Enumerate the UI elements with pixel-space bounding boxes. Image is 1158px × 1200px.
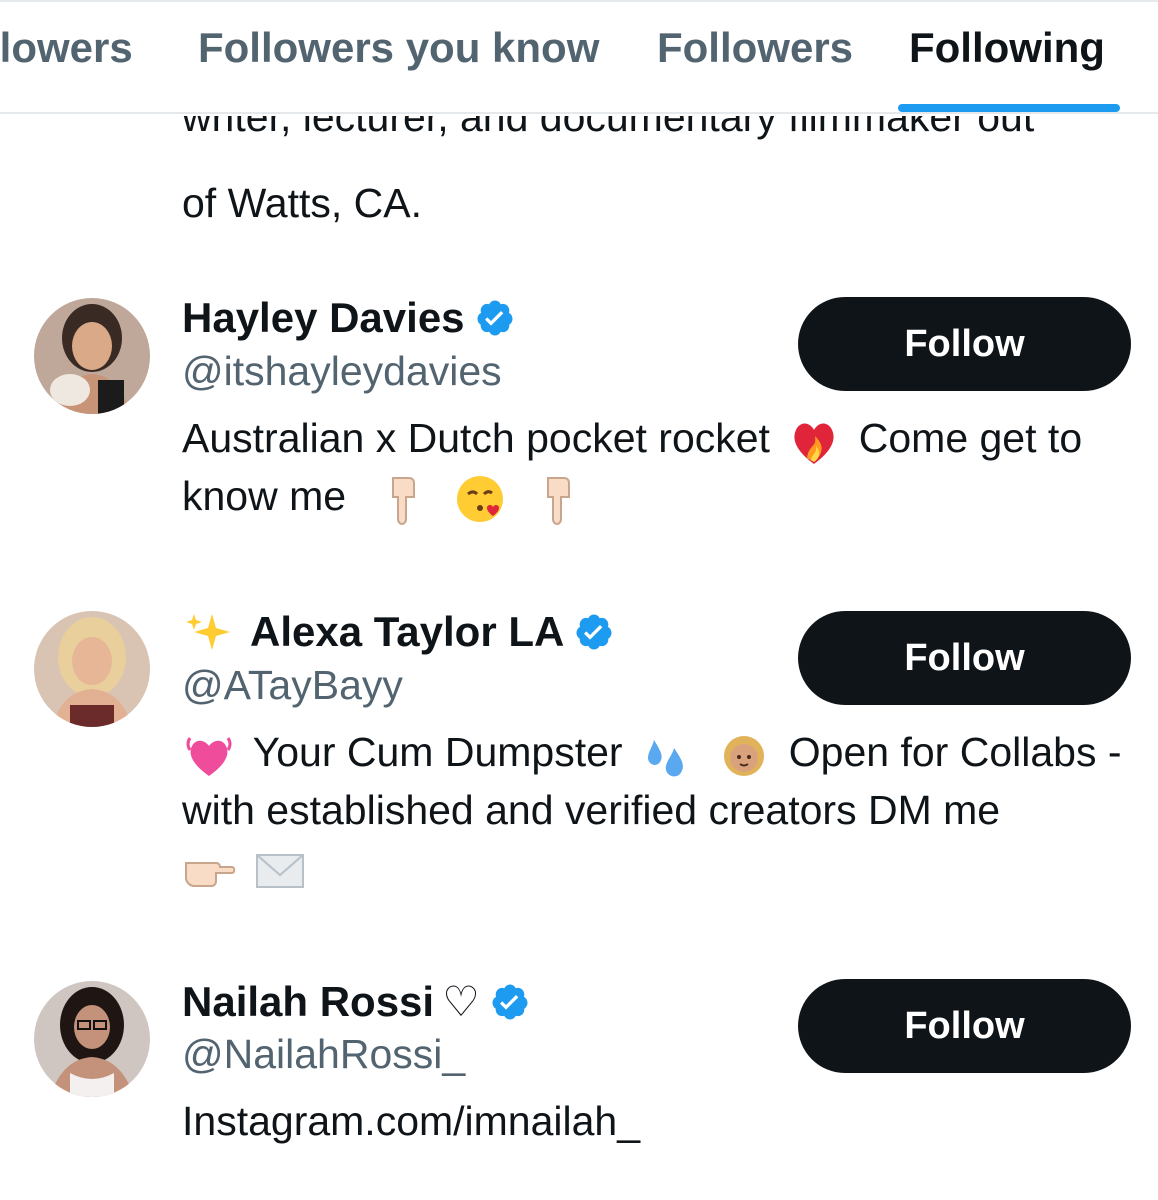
face-blowing-kiss-icon	[453, 472, 507, 526]
tab-followers-partial[interactable]: llowers	[0, 24, 133, 72]
verified-badge-icon	[475, 298, 515, 338]
user-display-name[interactable]: Hayley Davies	[182, 294, 465, 342]
user-handle: @NailahRossi_	[182, 1031, 466, 1077]
avatar[interactable]	[34, 611, 150, 727]
previous-user-bio: writer, lecturer, and documentary filmma…	[182, 116, 1132, 232]
follow-button[interactable]: Follow	[798, 611, 1131, 705]
tab-following[interactable]: Following	[909, 24, 1105, 72]
user-bio: Australian x Dutch pocket rocket Come ge…	[182, 410, 1137, 526]
tab-bar: llowers Followers you know Followers Fol…	[0, 0, 1158, 114]
name-heart-suffix: ♡	[442, 978, 480, 1025]
user-name-row: Nailah Rossi ♡	[182, 977, 530, 1026]
pointing-down-icon	[530, 472, 584, 526]
user-display-name[interactable]: Nailah Rossi	[182, 978, 434, 1026]
girl-icon	[717, 728, 771, 782]
user-name-row: Hayley Davies	[182, 294, 515, 342]
bio-text: Australian x Dutch pocket rocket	[182, 415, 770, 461]
avatar[interactable]	[34, 981, 150, 1097]
sweat-droplets-icon	[640, 728, 694, 782]
previous-bio-line1: writer, lecturer, and documentary filmma…	[182, 116, 1035, 140]
pointing-down-icon	[375, 472, 429, 526]
bio-text: Come get	[858, 415, 1037, 461]
verified-badge-icon	[574, 612, 614, 652]
user-handle: @itshayleydavies	[182, 348, 502, 394]
user-bio: Instagram.com/imnailah_	[182, 1093, 1137, 1150]
previous-bio-line2: of Watts, CA.	[182, 180, 422, 226]
envelope-icon	[253, 843, 307, 897]
user-handle: @ATayBayy	[182, 662, 403, 708]
heart-on-fire-icon	[787, 414, 841, 468]
user-display-name[interactable]: Alexa Taylor LA	[250, 608, 564, 656]
follow-button[interactable]: Follow	[798, 297, 1131, 391]
avatar[interactable]	[34, 298, 150, 414]
tab-followers-you-know[interactable]: Followers you know	[198, 24, 599, 72]
growing-heart-icon	[182, 728, 236, 782]
follow-button[interactable]: Follow	[798, 979, 1131, 1073]
verified-badge-icon	[490, 982, 530, 1022]
bio-text: Open for Collabs	[788, 729, 1097, 775]
tab-followers[interactable]: Followers	[657, 24, 853, 72]
bio-link[interactable]: Instagram.com/imnailah_	[182, 1098, 640, 1144]
pointing-right-icon	[182, 843, 236, 897]
user-name-row: Alexa Taylor LA	[182, 608, 614, 656]
user-bio: Your Cum Dumpster Open for Collabs - wit…	[182, 724, 1137, 897]
active-tab-indicator	[898, 104, 1120, 112]
sparkles-icon	[182, 610, 236, 654]
bio-text: Your Cum Dumpster	[252, 729, 623, 775]
